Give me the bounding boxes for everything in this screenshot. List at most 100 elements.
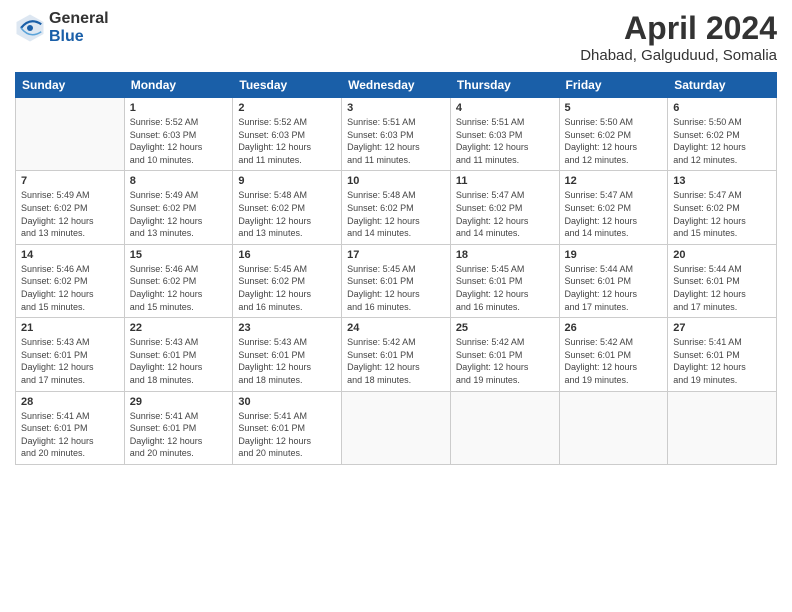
day-number: 15 (130, 249, 228, 261)
day-info: Sunrise: 5:49 AM Sunset: 6:02 PM Dayligh… (130, 189, 228, 239)
calendar-week-row: 7Sunrise: 5:49 AM Sunset: 6:02 PM Daylig… (16, 171, 777, 244)
table-row: 26 Sunrise: 5:42 AM Sunset: 6:01 PM Dayli… (559, 318, 668, 391)
table-row: 19 Sunrise: 5:44 AM Sunset: 6:01 PM Dayli… (559, 244, 668, 317)
day-number: 3 (347, 102, 445, 114)
col-thursday: Thursday (450, 73, 559, 98)
logo-text: General Blue (49, 10, 109, 45)
day-info: Sunrise: 5:50 AM Sunset: 6:02 PM Dayligh… (565, 116, 663, 166)
day-info: Sunrise: 5:43 AM Sunset: 6:01 PM Dayligh… (130, 336, 228, 386)
table-row: 28 Sunrise: 5:41 AM Sunset: 6:01 PM Dayli… (16, 391, 125, 464)
day-info: Sunrise: 5:43 AM Sunset: 6:01 PM Dayligh… (238, 336, 336, 386)
table-row: 6 Sunrise: 5:50 AM Sunset: 6:02 PM Daylig… (668, 98, 777, 171)
day-info: Sunrise: 5:42 AM Sunset: 6:01 PM Dayligh… (565, 336, 663, 386)
day-info: Sunrise: 5:41 AM Sunset: 6:01 PM Dayligh… (238, 410, 336, 460)
title-block: April 2024 Dhabad, Galguduud, Somalia (580, 10, 777, 64)
day-info: Sunrise: 5:41 AM Sunset: 6:01 PM Dayligh… (130, 410, 228, 460)
subtitle: Dhabad, Galguduud, Somalia (580, 47, 777, 64)
table-row: 2 Sunrise: 5:52 AM Sunset: 6:03 PM Daylig… (233, 98, 342, 171)
table-row: 14 Sunrise: 5:46 AM Sunset: 6:02 PM Dayli… (16, 244, 125, 317)
table-row: 22 Sunrise: 5:43 AM Sunset: 6:01 PM Dayli… (124, 318, 233, 391)
day-number: 18 (456, 249, 554, 261)
day-number: 17 (347, 249, 445, 261)
logo-icon (15, 13, 45, 43)
day-number: 23 (238, 322, 336, 334)
table-row: 10Sunrise: 5:48 AM Sunset: 6:02 PM Dayli… (342, 171, 451, 244)
table-row: 25 Sunrise: 5:42 AM Sunset: 6:01 PM Dayli… (450, 318, 559, 391)
day-number: 20 (673, 249, 771, 261)
table-row: 17 Sunrise: 5:45 AM Sunset: 6:01 PM Dayli… (342, 244, 451, 317)
table-row: 13Sunrise: 5:47 AM Sunset: 6:02 PM Dayli… (668, 171, 777, 244)
day-info: Sunrise: 5:51 AM Sunset: 6:03 PM Dayligh… (456, 116, 554, 166)
table-row: 7Sunrise: 5:49 AM Sunset: 6:02 PM Daylig… (16, 171, 125, 244)
col-friday: Friday (559, 73, 668, 98)
logo: General Blue (15, 10, 109, 45)
table-row: 4Sunrise: 5:51 AM Sunset: 6:03 PM Daylig… (450, 98, 559, 171)
table-row (450, 391, 559, 464)
day-number: 22 (130, 322, 228, 334)
day-number: 8 (130, 175, 228, 187)
day-number: 24 (347, 322, 445, 334)
day-info: Sunrise: 5:48 AM Sunset: 6:02 PM Dayligh… (238, 189, 336, 239)
day-info: Sunrise: 5:44 AM Sunset: 6:01 PM Dayligh… (565, 263, 663, 313)
col-wednesday: Wednesday (342, 73, 451, 98)
day-info: Sunrise: 5:41 AM Sunset: 6:01 PM Dayligh… (673, 336, 771, 386)
table-row: 27 Sunrise: 5:41 AM Sunset: 6:01 PM Dayli… (668, 318, 777, 391)
table-row: 3 Sunrise: 5:51 AM Sunset: 6:03 PM Daylig… (342, 98, 451, 171)
table-row (668, 391, 777, 464)
day-info: Sunrise: 5:47 AM Sunset: 6:02 PM Dayligh… (565, 189, 663, 239)
day-info: Sunrise: 5:41 AM Sunset: 6:01 PM Dayligh… (21, 410, 119, 460)
table-row: 5Sunrise: 5:50 AM Sunset: 6:02 PM Daylig… (559, 98, 668, 171)
main-title: April 2024 (580, 10, 777, 47)
day-info: Sunrise: 5:42 AM Sunset: 6:01 PM Dayligh… (456, 336, 554, 386)
table-row (342, 391, 451, 464)
table-row: 16 Sunrise: 5:45 AM Sunset: 6:02 PM Dayli… (233, 244, 342, 317)
day-number: 16 (238, 249, 336, 261)
day-number: 6 (673, 102, 771, 114)
calendar-week-row: 21 Sunrise: 5:43 AM Sunset: 6:01 PM Dayli… (16, 318, 777, 391)
day-info: Sunrise: 5:51 AM Sunset: 6:03 PM Dayligh… (347, 116, 445, 166)
table-row: 18Sunrise: 5:45 AM Sunset: 6:01 PM Dayli… (450, 244, 559, 317)
day-info: Sunrise: 5:50 AM Sunset: 6:02 PM Dayligh… (673, 116, 771, 166)
logo-general-text: General (49, 10, 109, 28)
day-number: 21 (21, 322, 119, 334)
day-number: 13 (673, 175, 771, 187)
day-info: Sunrise: 5:49 AM Sunset: 6:02 PM Dayligh… (21, 189, 119, 239)
table-row: 20 Sunrise: 5:44 AM Sunset: 6:01 PM Dayli… (668, 244, 777, 317)
day-number: 2 (238, 102, 336, 114)
day-number: 27 (673, 322, 771, 334)
calendar-week-row: 14 Sunrise: 5:46 AM Sunset: 6:02 PM Dayli… (16, 244, 777, 317)
table-row: 29 Sunrise: 5:41 AM Sunset: 6:01 PM Dayli… (124, 391, 233, 464)
col-saturday: Saturday (668, 73, 777, 98)
calendar-table: Sunday Monday Tuesday Wednesday Thursday… (15, 72, 777, 465)
day-number: 19 (565, 249, 663, 261)
col-monday: Monday (124, 73, 233, 98)
day-info: Sunrise: 5:48 AM Sunset: 6:02 PM Dayligh… (347, 189, 445, 239)
calendar-header-row: Sunday Monday Tuesday Wednesday Thursday… (16, 73, 777, 98)
day-info: Sunrise: 5:42 AM Sunset: 6:01 PM Dayligh… (347, 336, 445, 386)
table-row: 21 Sunrise: 5:43 AM Sunset: 6:01 PM Dayli… (16, 318, 125, 391)
table-row: 24 Sunrise: 5:42 AM Sunset: 6:01 PM Dayli… (342, 318, 451, 391)
day-number: 14 (21, 249, 119, 261)
day-info: Sunrise: 5:44 AM Sunset: 6:01 PM Dayligh… (673, 263, 771, 313)
day-number: 29 (130, 396, 228, 408)
day-info: Sunrise: 5:45 AM Sunset: 6:02 PM Dayligh… (238, 263, 336, 313)
day-number: 28 (21, 396, 119, 408)
table-row: 30Sunrise: 5:41 AM Sunset: 6:01 PM Dayli… (233, 391, 342, 464)
table-row: 8 Sunrise: 5:49 AM Sunset: 6:02 PM Daylig… (124, 171, 233, 244)
day-number: 12 (565, 175, 663, 187)
day-number: 11 (456, 175, 554, 187)
day-number: 25 (456, 322, 554, 334)
page-container: General Blue April 2024 Dhabad, Galguduu… (0, 0, 792, 612)
table-row (559, 391, 668, 464)
day-info: Sunrise: 5:43 AM Sunset: 6:01 PM Dayligh… (21, 336, 119, 386)
table-row: 11 Sunrise: 5:47 AM Sunset: 6:02 PM Dayli… (450, 171, 559, 244)
day-number: 26 (565, 322, 663, 334)
table-row: 15Sunrise: 5:46 AM Sunset: 6:02 PM Dayli… (124, 244, 233, 317)
day-info: Sunrise: 5:47 AM Sunset: 6:02 PM Dayligh… (456, 189, 554, 239)
day-info: Sunrise: 5:52 AM Sunset: 6:03 PM Dayligh… (130, 116, 228, 166)
day-info: Sunrise: 5:46 AM Sunset: 6:02 PM Dayligh… (21, 263, 119, 313)
day-number: 1 (130, 102, 228, 114)
day-info: Sunrise: 5:45 AM Sunset: 6:01 PM Dayligh… (347, 263, 445, 313)
day-info: Sunrise: 5:52 AM Sunset: 6:03 PM Dayligh… (238, 116, 336, 166)
logo-blue-text: Blue (49, 28, 109, 46)
